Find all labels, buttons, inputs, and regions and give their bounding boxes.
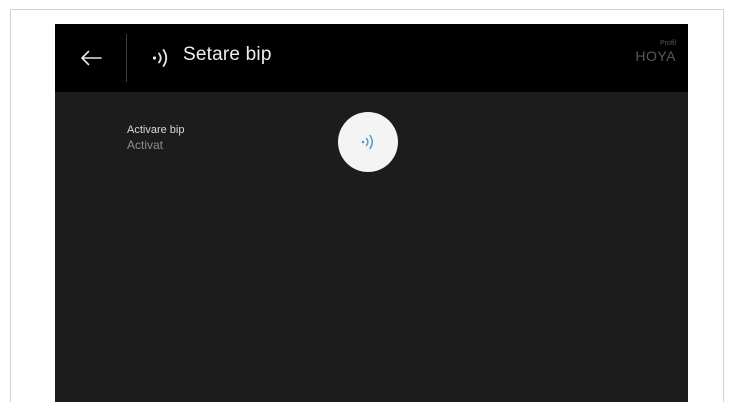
sound-waves-icon (152, 49, 168, 67)
beep-setting: Activare bip Activat (127, 123, 184, 153)
setting-value: Activat (127, 138, 164, 152)
beep-toggle-button[interactable] (338, 112, 398, 172)
app-screen: Setare bip Profil HOYA Activare bip Acti… (55, 24, 688, 402)
top-bar: Setare bip Profil HOYA (55, 24, 688, 92)
back-button[interactable] (69, 36, 113, 80)
page-title: Setare bip (183, 44, 272, 65)
header-divider (126, 34, 127, 82)
profile-name: HOYA (635, 48, 676, 64)
profile-indicator: Profil HOYA (635, 40, 676, 64)
sound-waves-icon (361, 134, 373, 150)
arrow-left-icon (81, 50, 102, 66)
profile-label: Profil (660, 40, 676, 47)
setting-label: Activare bip (127, 124, 185, 136)
